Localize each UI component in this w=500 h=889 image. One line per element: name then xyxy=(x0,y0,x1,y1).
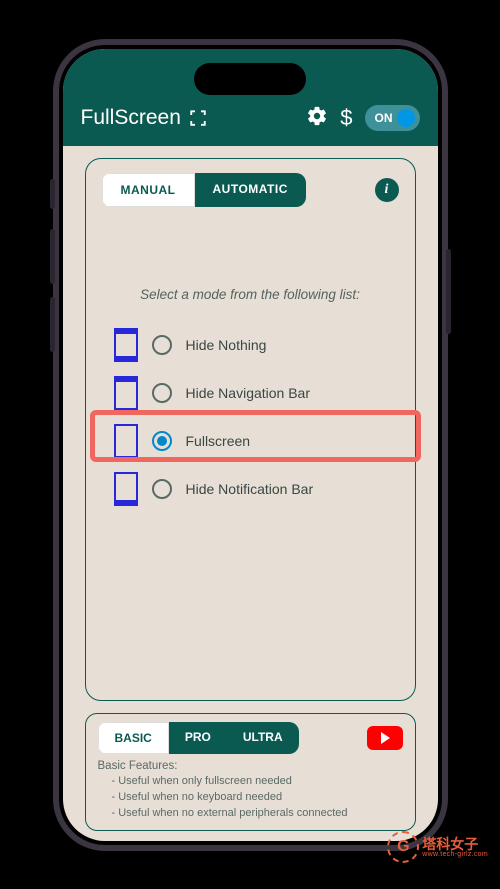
mode-option-hide-notif[interactable]: Hide Notification Bar xyxy=(114,470,399,508)
device-icon xyxy=(114,328,138,362)
phone-frame: FullScreen $ ON xyxy=(53,39,448,851)
mode-label: Hide Notification Bar xyxy=(186,481,314,497)
mode-tab-group: MANUAL AUTOMATIC xyxy=(102,173,306,207)
tab-automatic[interactable]: AUTOMATIC xyxy=(195,173,306,207)
tier-tab-group: BASIC PRO ULTRA xyxy=(98,722,299,754)
device-icon xyxy=(114,376,138,410)
phone-side-button xyxy=(50,179,55,209)
radio-button[interactable] xyxy=(152,479,172,499)
on-off-toggle[interactable]: ON xyxy=(365,105,420,131)
feature-item: - Useful when no external peripherals co… xyxy=(112,806,403,822)
watermark: G 塔科女子 www.tech-girlz.com xyxy=(387,831,488,863)
tab-basic[interactable]: BASIC xyxy=(98,722,169,754)
device-icon xyxy=(114,424,138,458)
youtube-icon[interactable] xyxy=(367,726,403,750)
features-title: Basic Features: xyxy=(98,760,403,772)
fullscreen-icon xyxy=(189,109,207,127)
mode-label: Hide Nothing xyxy=(186,337,267,353)
tab-ultra[interactable]: ULTRA xyxy=(227,722,299,754)
mode-prompt: Select a mode from the following list: xyxy=(102,287,399,302)
toggle-thumb xyxy=(397,109,415,127)
mode-option-hide-nothing[interactable]: Hide Nothing xyxy=(114,326,399,364)
watermark-url: www.tech-girlz.com xyxy=(422,851,488,858)
mode-label: Fullscreen xyxy=(186,433,251,449)
main-panel: MANUAL AUTOMATIC i Select a mode from th… xyxy=(85,158,416,701)
phone-notch xyxy=(194,63,306,95)
mode-option-fullscreen[interactable]: Fullscreen xyxy=(114,422,399,460)
dollar-icon[interactable]: $ xyxy=(340,105,352,131)
tab-manual[interactable]: MANUAL xyxy=(102,173,195,207)
phone-side-button xyxy=(50,297,55,352)
gear-icon[interactable] xyxy=(306,105,328,132)
tab-pro[interactable]: PRO xyxy=(169,722,227,754)
bottom-panel: BASIC PRO ULTRA Basic Features: - Useful… xyxy=(85,713,416,831)
radio-button[interactable] xyxy=(152,383,172,403)
mode-list: Hide Nothing Hide Navigation Bar xyxy=(102,326,399,508)
radio-button[interactable] xyxy=(152,431,172,451)
watermark-logo-icon: G xyxy=(387,831,419,863)
radio-button[interactable] xyxy=(152,335,172,355)
watermark-text: 塔科女子 xyxy=(422,837,488,851)
phone-side-button xyxy=(446,249,451,334)
content-area: MANUAL AUTOMATIC i Select a mode from th… xyxy=(63,146,438,841)
phone-side-button xyxy=(50,229,55,284)
features-list: - Useful when only fullscreen needed - U… xyxy=(98,774,403,822)
mode-option-hide-nav[interactable]: Hide Navigation Bar xyxy=(114,374,399,412)
device-icon xyxy=(114,472,138,506)
feature-item: - Useful when only fullscreen needed xyxy=(112,774,403,790)
info-icon[interactable]: i xyxy=(375,178,399,202)
app-title: FullScreen xyxy=(81,106,181,130)
mode-label: Hide Navigation Bar xyxy=(186,385,311,401)
feature-item: - Useful when no keyboard needed xyxy=(112,790,403,806)
toggle-label: ON xyxy=(375,111,393,125)
